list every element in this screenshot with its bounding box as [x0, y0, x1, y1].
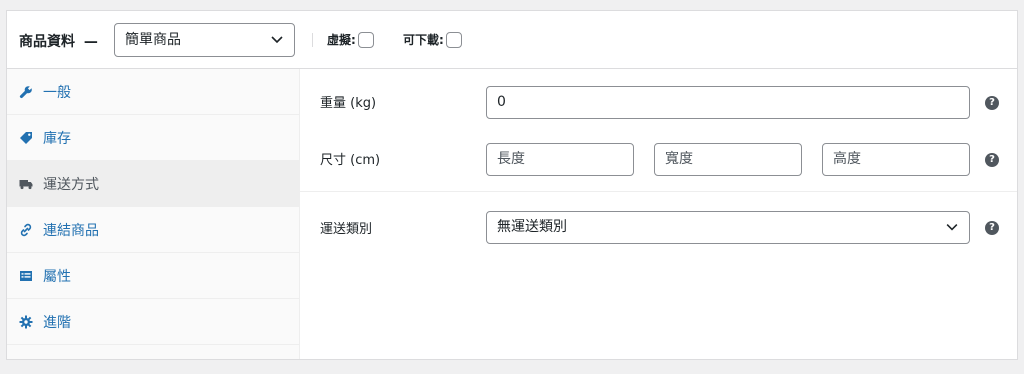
shipping-class-value: 無運送類別 — [497, 219, 567, 235]
weight-input[interactable]: 0 — [486, 86, 970, 119]
weight-help-icon[interactable]: ? — [985, 96, 999, 110]
dimensions-label: 尺寸 (cm) — [320, 153, 381, 168]
link-icon — [19, 223, 33, 237]
tab-general-label: 一般 — [43, 84, 71, 101]
length-input[interactable]: 長度 — [486, 143, 634, 176]
downloadable-checkbox[interactable] — [445, 31, 462, 48]
panel-title-text: 商品資料 — [19, 34, 75, 50]
tab-general[interactable]: 一般 — [7, 69, 299, 115]
weight-label: 重量 (kg) — [320, 96, 377, 111]
shipping-class-select[interactable]: 無運送類別 — [486, 211, 970, 244]
virtual-label: 虛擬: — [327, 33, 356, 47]
tab-attributes-label: 屬性 — [43, 268, 71, 285]
shipping-class-label: 運送類別 — [320, 222, 373, 237]
tag-icon — [19, 131, 33, 145]
height-input[interactable]: 高度 — [822, 143, 970, 176]
wrench-icon — [19, 85, 33, 99]
tab-inventory-label: 庫存 — [43, 130, 71, 147]
tab-attributes[interactable]: 屬性 — [7, 253, 299, 299]
downloadable-option: 可下載: — [403, 31, 462, 48]
virtual-checkbox[interactable] — [357, 31, 374, 48]
chevron-down-icon — [945, 212, 959, 244]
panel-title: 商品資料 — — [19, 31, 98, 51]
product-type-select[interactable]: 簡單商品 — [114, 23, 295, 57]
truck-icon — [19, 177, 33, 191]
tab-shipping-label: 運送方式 — [43, 176, 99, 193]
virtual-option: 虛擬: — [327, 31, 374, 48]
tab-linked-products-label: 連結商品 — [43, 222, 99, 239]
tab-linked-products[interactable]: 連結商品 — [7, 207, 299, 253]
dimensions-help-icon[interactable]: ? — [985, 153, 999, 167]
tab-advanced[interactable]: 進階 — [7, 299, 299, 345]
shipping-class-help-icon[interactable]: ? — [985, 221, 999, 235]
tab-inventory[interactable]: 庫存 — [7, 115, 299, 161]
product-type-value: 簡單商品 — [125, 32, 181, 48]
list-icon — [19, 269, 33, 283]
tab-advanced-label: 進階 — [43, 314, 71, 331]
gear-icon — [19, 315, 33, 329]
tab-shipping[interactable]: 運送方式 — [7, 161, 299, 207]
product-data-header: 商品資料 — 簡單商品 虛擬: 可下載: — [7, 11, 1017, 69]
downloadable-label: 可下載: — [403, 33, 444, 47]
product-data-tabs: 一般 庫存 運送方式 連結商品 屬性 進階 — [7, 69, 300, 359]
width-input[interactable]: 寬度 — [654, 143, 802, 176]
section-divider — [300, 191, 1017, 192]
chevron-down-icon — [270, 24, 284, 56]
header-divider — [312, 33, 313, 47]
shipping-panel: 重量 (kg) 0 ? 尺寸 (cm) 長度 寬度 高度 ? 運送類別 無運送類… — [300, 69, 1017, 359]
title-dash: — — [83, 34, 98, 50]
product-data-panel: 商品資料 — 簡單商品 虛擬: 可下載: 一般 庫存 運送方式 連結商品 屬性 … — [6, 10, 1018, 360]
